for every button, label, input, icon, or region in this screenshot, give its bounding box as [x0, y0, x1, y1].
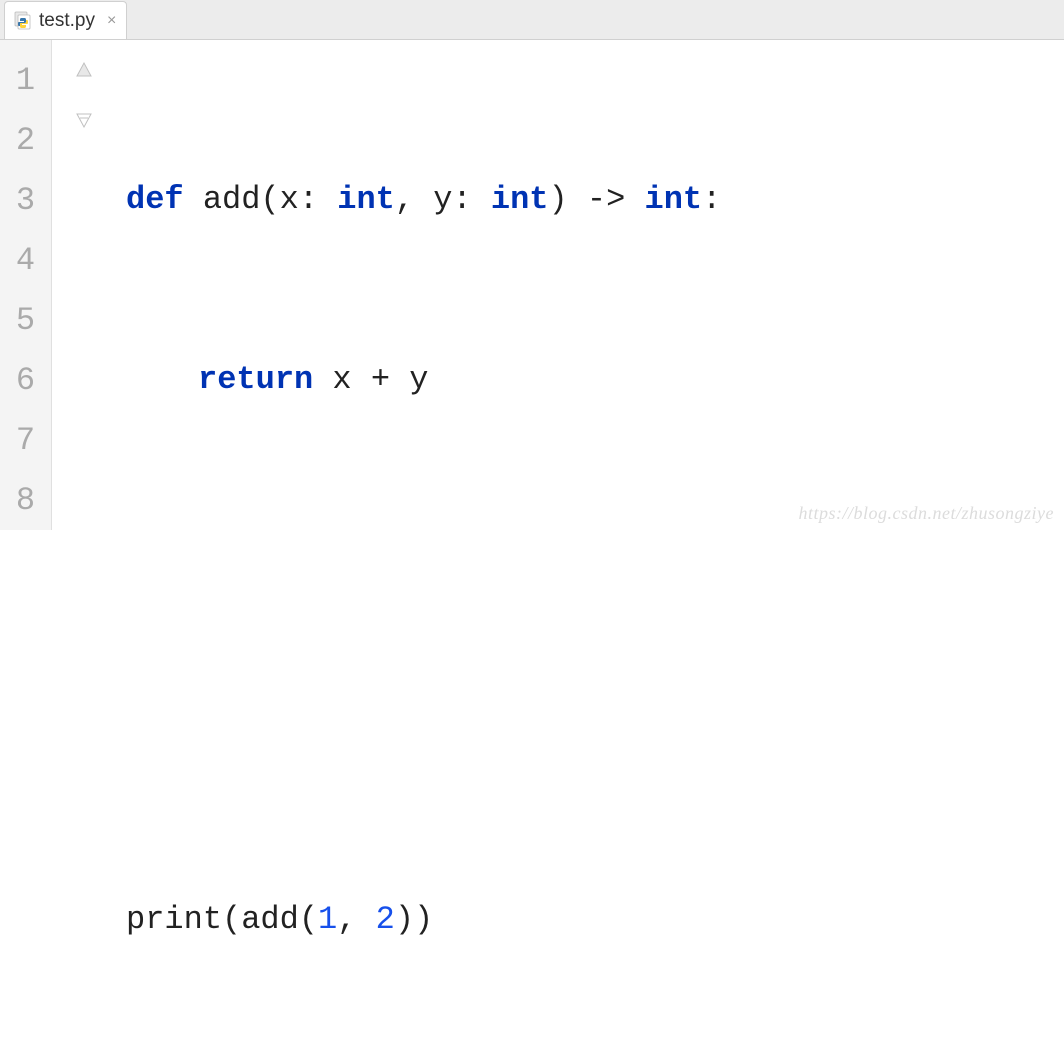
code-line: [126, 710, 1064, 770]
tab-test-py[interactable]: test.py ×: [4, 1, 127, 39]
keyword-int: int: [644, 170, 702, 230]
code-line: [126, 530, 1064, 590]
line-number[interactable]: 4: [0, 230, 51, 290]
tab-bar: test.py ×: [0, 0, 1064, 40]
code-line: print(add(1, 2)): [126, 890, 1064, 950]
keyword-return: return: [198, 350, 313, 410]
python-file-icon: [13, 11, 33, 31]
keyword-int: int: [491, 170, 549, 230]
code-area[interactable]: def add(x: int, y: int) -> int: return x…: [108, 40, 1064, 530]
line-number[interactable]: 1: [0, 50, 51, 110]
close-icon[interactable]: ×: [107, 13, 116, 29]
line-number[interactable]: 7: [0, 410, 51, 470]
fold-end-icon[interactable]: [74, 110, 94, 130]
fold-start-icon[interactable]: [74, 60, 94, 80]
number-literal: 2: [376, 890, 395, 950]
line-number-gutter: 1 2 3 4 5 6 7 8: [0, 40, 52, 530]
watermark: https://blog.csdn.net/zhusongziye: [799, 503, 1054, 524]
line-number[interactable]: 2: [0, 110, 51, 170]
editor: 1 2 3 4 5 6 7 8 def add(x: int, y: int) …: [0, 40, 1064, 530]
fold-column: [52, 40, 108, 530]
keyword-int: int: [337, 170, 395, 230]
line-number[interactable]: 8: [0, 470, 51, 530]
line-number[interactable]: 5: [0, 290, 51, 350]
number-literal: 1: [318, 890, 337, 950]
tab-label: test.py: [39, 10, 95, 32]
keyword-def: def: [126, 170, 184, 230]
code-line: return x + y: [126, 350, 1064, 410]
line-number[interactable]: 3: [0, 170, 51, 230]
code-line: def add(x: int, y: int) -> int:: [126, 170, 1064, 230]
line-number[interactable]: 6: [0, 350, 51, 410]
